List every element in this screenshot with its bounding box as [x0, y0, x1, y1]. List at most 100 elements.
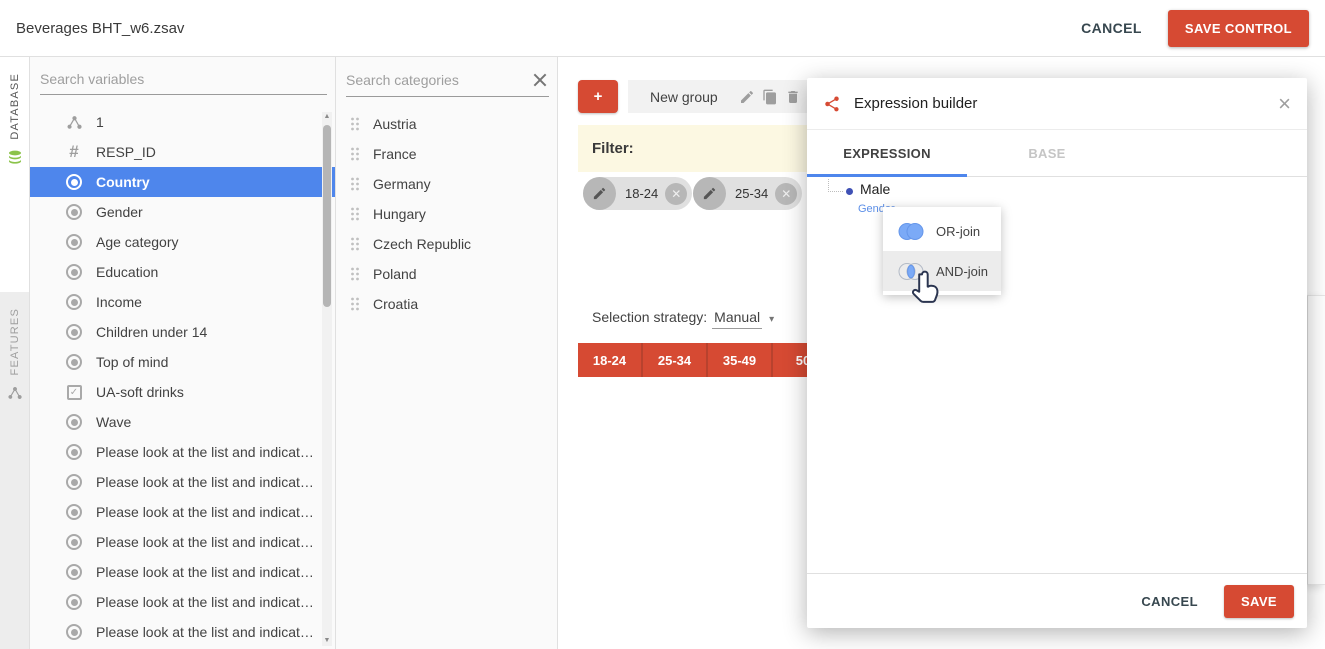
category-row[interactable]: Austria	[336, 109, 557, 139]
variable-label: RESP_ID	[96, 144, 156, 160]
category-row[interactable]: Czech Republic	[336, 229, 557, 259]
variable-label: 1	[96, 114, 104, 130]
edit-chip-icon[interactable]	[693, 177, 726, 210]
variable-row[interactable]: Wave	[30, 407, 335, 437]
category-row[interactable]: Hungary	[336, 199, 557, 229]
background-panel-edge	[1307, 295, 1325, 585]
drag-handle-icon[interactable]	[350, 117, 360, 131]
variable-label: Country	[96, 174, 150, 190]
radio-icon	[64, 234, 84, 250]
variable-row[interactable]: Income	[30, 287, 335, 317]
variable-row[interactable]: Please look at the list and indicat…	[30, 497, 335, 527]
search-categories-input[interactable]	[346, 72, 531, 88]
category-label: France	[373, 146, 417, 162]
variable-row[interactable]: ✓ UA-soft drinks	[30, 377, 335, 407]
category-label: Croatia	[373, 296, 418, 312]
segment-button[interactable]: 35-49	[708, 343, 773, 377]
radio-icon	[64, 594, 84, 610]
category-label: Austria	[373, 116, 417, 132]
join-type-menu: OR-join AND-join	[883, 207, 1001, 295]
variable-label: Please look at the list and indicat…	[96, 564, 314, 580]
filter-chip[interactable]: 18-24 ✕	[583, 177, 692, 210]
strategy-label: Selection strategy:	[592, 309, 707, 325]
drag-handle-icon[interactable]	[350, 267, 360, 281]
rail-tab-features[interactable]: FEATURES	[0, 292, 29, 487]
variable-row[interactable]: Please look at the list and indicat…	[30, 467, 335, 497]
radio-icon	[64, 504, 84, 520]
segment-button[interactable]: 18-24	[578, 343, 643, 377]
edit-chip-icon[interactable]	[583, 177, 616, 210]
scroll-down-icon[interactable]: ▼	[322, 636, 332, 646]
rail-tab-database[interactable]: DATABASE	[0, 57, 29, 292]
segment-button[interactable]: 25-34	[643, 343, 708, 377]
category-row[interactable]: Croatia	[336, 289, 557, 319]
variable-label: Top of mind	[96, 354, 168, 370]
drag-handle-icon[interactable]	[350, 177, 360, 191]
chevron-down-icon[interactable]: ▾	[769, 314, 774, 325]
document-title: Beverages BHT_w6.zsav	[16, 20, 184, 37]
variable-row[interactable]: Children under 14	[30, 317, 335, 347]
expression-builder-modal: Expression builder × EXPRESSION BASE Mal…	[807, 78, 1307, 628]
search-variables-input[interactable]	[40, 71, 327, 87]
cancel-button[interactable]: CANCEL	[1081, 20, 1142, 36]
modal-tabs: EXPRESSION BASE	[807, 130, 1307, 177]
drag-handle-icon[interactable]	[350, 207, 360, 221]
category-row[interactable]: Germany	[336, 169, 557, 199]
strategy-select[interactable]: Manual	[712, 309, 762, 329]
expression-node-label[interactable]: Male	[860, 181, 890, 197]
tree-guide	[828, 179, 843, 192]
drag-handle-icon[interactable]	[350, 147, 360, 161]
menu-item-label: OR-join	[936, 224, 980, 239]
save-control-button[interactable]: SAVE CONTROL	[1168, 10, 1309, 47]
add-group-button[interactable]: +	[578, 80, 618, 113]
category-row[interactable]: France	[336, 139, 557, 169]
variable-row[interactable]: Gender	[30, 197, 335, 227]
close-icon[interactable]: ×	[1278, 93, 1291, 115]
copy-icon[interactable]	[762, 89, 778, 105]
variable-label: Children under 14	[96, 324, 207, 340]
radio-icon	[64, 444, 84, 460]
menu-item-or-join[interactable]: OR-join	[883, 211, 1001, 251]
categories-panel: Austria France Germany Hungary Czech Rep…	[336, 57, 558, 649]
variable-row[interactable]: 1	[30, 107, 335, 137]
variable-row[interactable]: # RESP_ID	[30, 137, 335, 167]
radio-icon	[64, 204, 84, 220]
modal-cancel-button[interactable]: CANCEL	[1141, 594, 1198, 609]
tab-base[interactable]: BASE	[967, 130, 1127, 176]
remove-chip-icon[interactable]: ✕	[665, 183, 687, 205]
variable-row[interactable]: Please look at the list and indicat…	[30, 617, 335, 647]
variable-row-selected[interactable]: Country	[30, 167, 335, 197]
variable-row[interactable]: Please look at the list and indicat…	[30, 557, 335, 587]
remove-chip-icon[interactable]: ✕	[775, 183, 797, 205]
variable-label: Please look at the list and indicat…	[96, 444, 314, 460]
category-row[interactable]: Poland	[336, 259, 557, 289]
menu-item-and-join[interactable]: AND-join	[883, 251, 1001, 291]
variable-row[interactable]: Top of mind	[30, 347, 335, 377]
drag-handle-icon[interactable]	[350, 237, 360, 251]
variable-row[interactable]: Please look at the list and indicat…	[30, 437, 335, 467]
variable-row[interactable]: Please look at the list and indicat…	[30, 587, 335, 617]
modal-save-button[interactable]: SAVE	[1224, 585, 1294, 618]
variables-scrollbar[interactable]: ▲ ▼	[322, 112, 332, 646]
drag-handle-icon[interactable]	[350, 297, 360, 311]
variable-label: UA-soft drinks	[96, 384, 184, 400]
delete-icon[interactable]	[785, 89, 801, 105]
tab-expression[interactable]: EXPRESSION	[807, 130, 967, 176]
share-icon	[64, 114, 84, 131]
filter-chip[interactable]: 25-34 ✕	[693, 177, 802, 210]
variable-row[interactable]: Education	[30, 257, 335, 287]
scroll-up-icon[interactable]: ▲	[322, 112, 332, 122]
variable-label: Gender	[96, 204, 143, 220]
variable-row[interactable]: Please look at the list and indicat…	[30, 527, 335, 557]
variable-row[interactable]: Age category	[30, 227, 335, 257]
modal-title: Expression builder	[854, 95, 977, 112]
clear-search-icon[interactable]	[531, 71, 549, 89]
radio-icon	[64, 294, 84, 310]
categories-list: Austria France Germany Hungary Czech Rep…	[336, 109, 557, 319]
category-segments: 18-24 25-34 35-49 50	[578, 343, 833, 377]
group-tab[interactable]: New group	[628, 80, 807, 113]
edit-icon[interactable]	[739, 89, 755, 105]
topbar: Beverages BHT_w6.zsav CANCEL SAVE CONTRO…	[0, 0, 1325, 57]
radio-icon	[64, 534, 84, 550]
scrollbar-thumb[interactable]	[323, 125, 331, 307]
